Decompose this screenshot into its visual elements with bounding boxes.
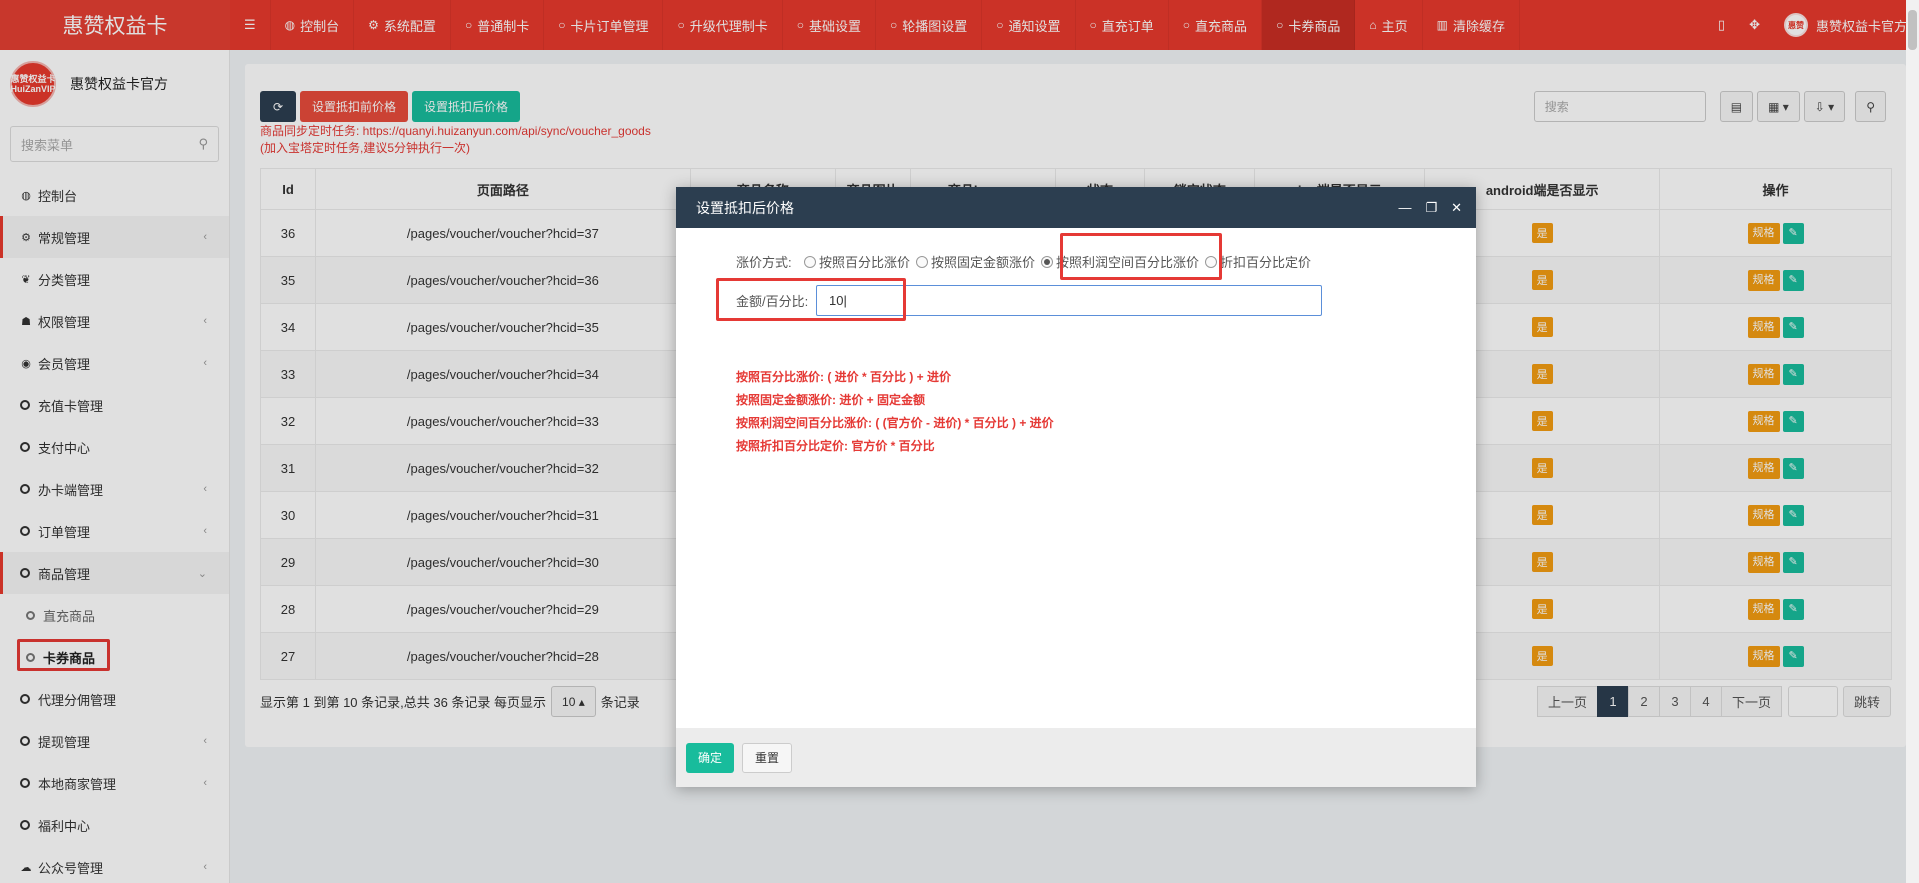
confirm-button[interactable]: 确定	[686, 742, 735, 773]
page-scrollbar[interactable]	[1906, 0, 1919, 883]
method-row: 涨价方式: 按照百分比涨价 按照固定金额涨价 按照利润空间百分比涨价 折扣百分比定价	[736, 252, 1317, 271]
reset-button[interactable]: 重置	[742, 742, 793, 773]
modal-title: 设置抵扣后价格	[696, 199, 794, 216]
formula-line: 按照百分比涨价: ( 进价 * 百分比 ) + 进价	[736, 370, 952, 384]
method-option-1[interactable]: 按照固定金额涨价	[916, 252, 1035, 271]
modal-controls: — ❐ ✕	[1398, 187, 1462, 228]
radio-icon	[916, 255, 929, 268]
radio-icon	[1041, 255, 1054, 268]
scrollbar-thumb[interactable]	[1908, 10, 1917, 50]
maximize-icon[interactable]: ❐	[1425, 200, 1437, 216]
method-option-0[interactable]: 按照百分比涨价	[804, 252, 910, 271]
option-label: 按照百分比涨价	[819, 255, 911, 270]
minimize-icon[interactable]: —	[1398, 200, 1411, 215]
annotation-box-option	[1060, 233, 1222, 280]
formula-line: 按照利润空间百分比涨价: ( (官方价 - 进价) * 百分比 ) + 进价	[736, 416, 1054, 430]
option-label: 折扣百分比定价	[1220, 255, 1312, 270]
modal-header: 设置抵扣后价格 — ❐ ✕	[676, 187, 1476, 228]
close-icon[interactable]: ✕	[1451, 200, 1462, 216]
option-label: 按照固定金额涨价	[931, 255, 1036, 270]
modal-footer: 确定 重置	[676, 728, 1476, 787]
method-label: 涨价方式:	[736, 255, 792, 270]
formula-line: 按照折扣百分比定价: 官方价 * 百分比	[736, 439, 935, 453]
radio-icon	[804, 255, 816, 268]
annotation-box-amount	[716, 278, 906, 321]
formula-line: 按照固定金额涨价: 进价 + 固定金额	[736, 393, 926, 407]
